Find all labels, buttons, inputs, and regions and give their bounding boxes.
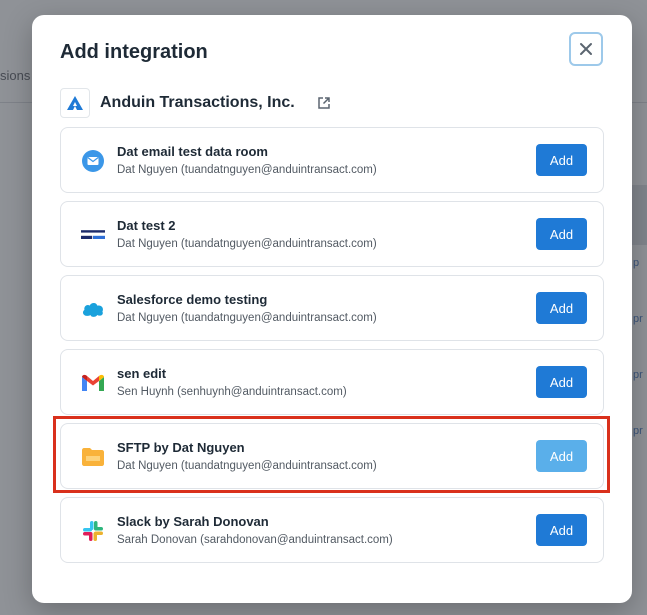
- add-button-disabled[interactable]: Add: [536, 440, 587, 472]
- add-button[interactable]: Add: [536, 144, 587, 176]
- integration-item: Dat test 2 Dat Nguyen (tuandatnguyen@and…: [60, 201, 604, 267]
- close-button[interactable]: [569, 32, 603, 66]
- integration-item: sen edit Sen Huynh (senhuynh@anduintrans…: [60, 349, 604, 415]
- modal-title: Add integration: [60, 41, 208, 63]
- integration-name: Dat email test data room: [117, 144, 268, 159]
- integration-item: SFTP by Dat Nguyen Dat Nguyen (tuandatng…: [60, 423, 604, 489]
- add-button[interactable]: Add: [536, 514, 587, 546]
- slack-icon: [81, 519, 105, 543]
- integration-item: Slack by Sarah Donovan Sarah Donovan (sa…: [60, 497, 604, 563]
- integration-name: Salesforce demo testing: [117, 292, 268, 307]
- integration-owner: Dat Nguyen (tuandatnguyen@anduintransact…: [117, 238, 377, 250]
- add-integration-modal: Add integration Anduin Transactions, Inc…: [32, 15, 632, 603]
- sftp-folder-icon: [81, 445, 105, 469]
- anduin-logo-icon: [60, 88, 90, 118]
- add-button[interactable]: Add: [536, 366, 587, 398]
- add-button[interactable]: Add: [536, 292, 587, 324]
- integration-name: Dat test 2: [117, 218, 176, 233]
- external-link-icon[interactable]: [317, 96, 331, 110]
- integration-item: Salesforce demo testing Dat Nguyen (tuan…: [60, 275, 604, 341]
- integration-owner: Dat Nguyen (tuandatnguyen@anduintransact…: [117, 312, 377, 324]
- integration-name: Slack by Sarah Donovan: [117, 514, 269, 529]
- integration-name: SFTP by Dat Nguyen: [117, 440, 245, 455]
- organization-name: Anduin Transactions, Inc.: [100, 94, 295, 111]
- integration-owner: Dat Nguyen (tuandatnguyen@anduintransact…: [117, 164, 377, 176]
- email-icon: [81, 149, 105, 173]
- close-icon: [580, 43, 592, 55]
- organization-row: Anduin Transactions, Inc.: [60, 88, 331, 118]
- integration-owner: Sen Huynh (senhuynh@anduintransact.com): [117, 386, 347, 398]
- gmail-icon: [81, 371, 105, 395]
- integration-owner: Sarah Donovan (sarahdonovan@anduintransa…: [117, 534, 393, 546]
- dataroom-logo-icon: [81, 223, 105, 247]
- integration-list: Dat email test data room Dat Nguyen (tua…: [60, 127, 604, 571]
- integration-owner: Dat Nguyen (tuandatnguyen@anduintransact…: [117, 460, 377, 472]
- integration-item: Dat email test data room Dat Nguyen (tua…: [60, 127, 604, 193]
- add-button[interactable]: Add: [536, 218, 587, 250]
- salesforce-icon: [81, 297, 105, 321]
- integration-name: sen edit: [117, 366, 167, 381]
